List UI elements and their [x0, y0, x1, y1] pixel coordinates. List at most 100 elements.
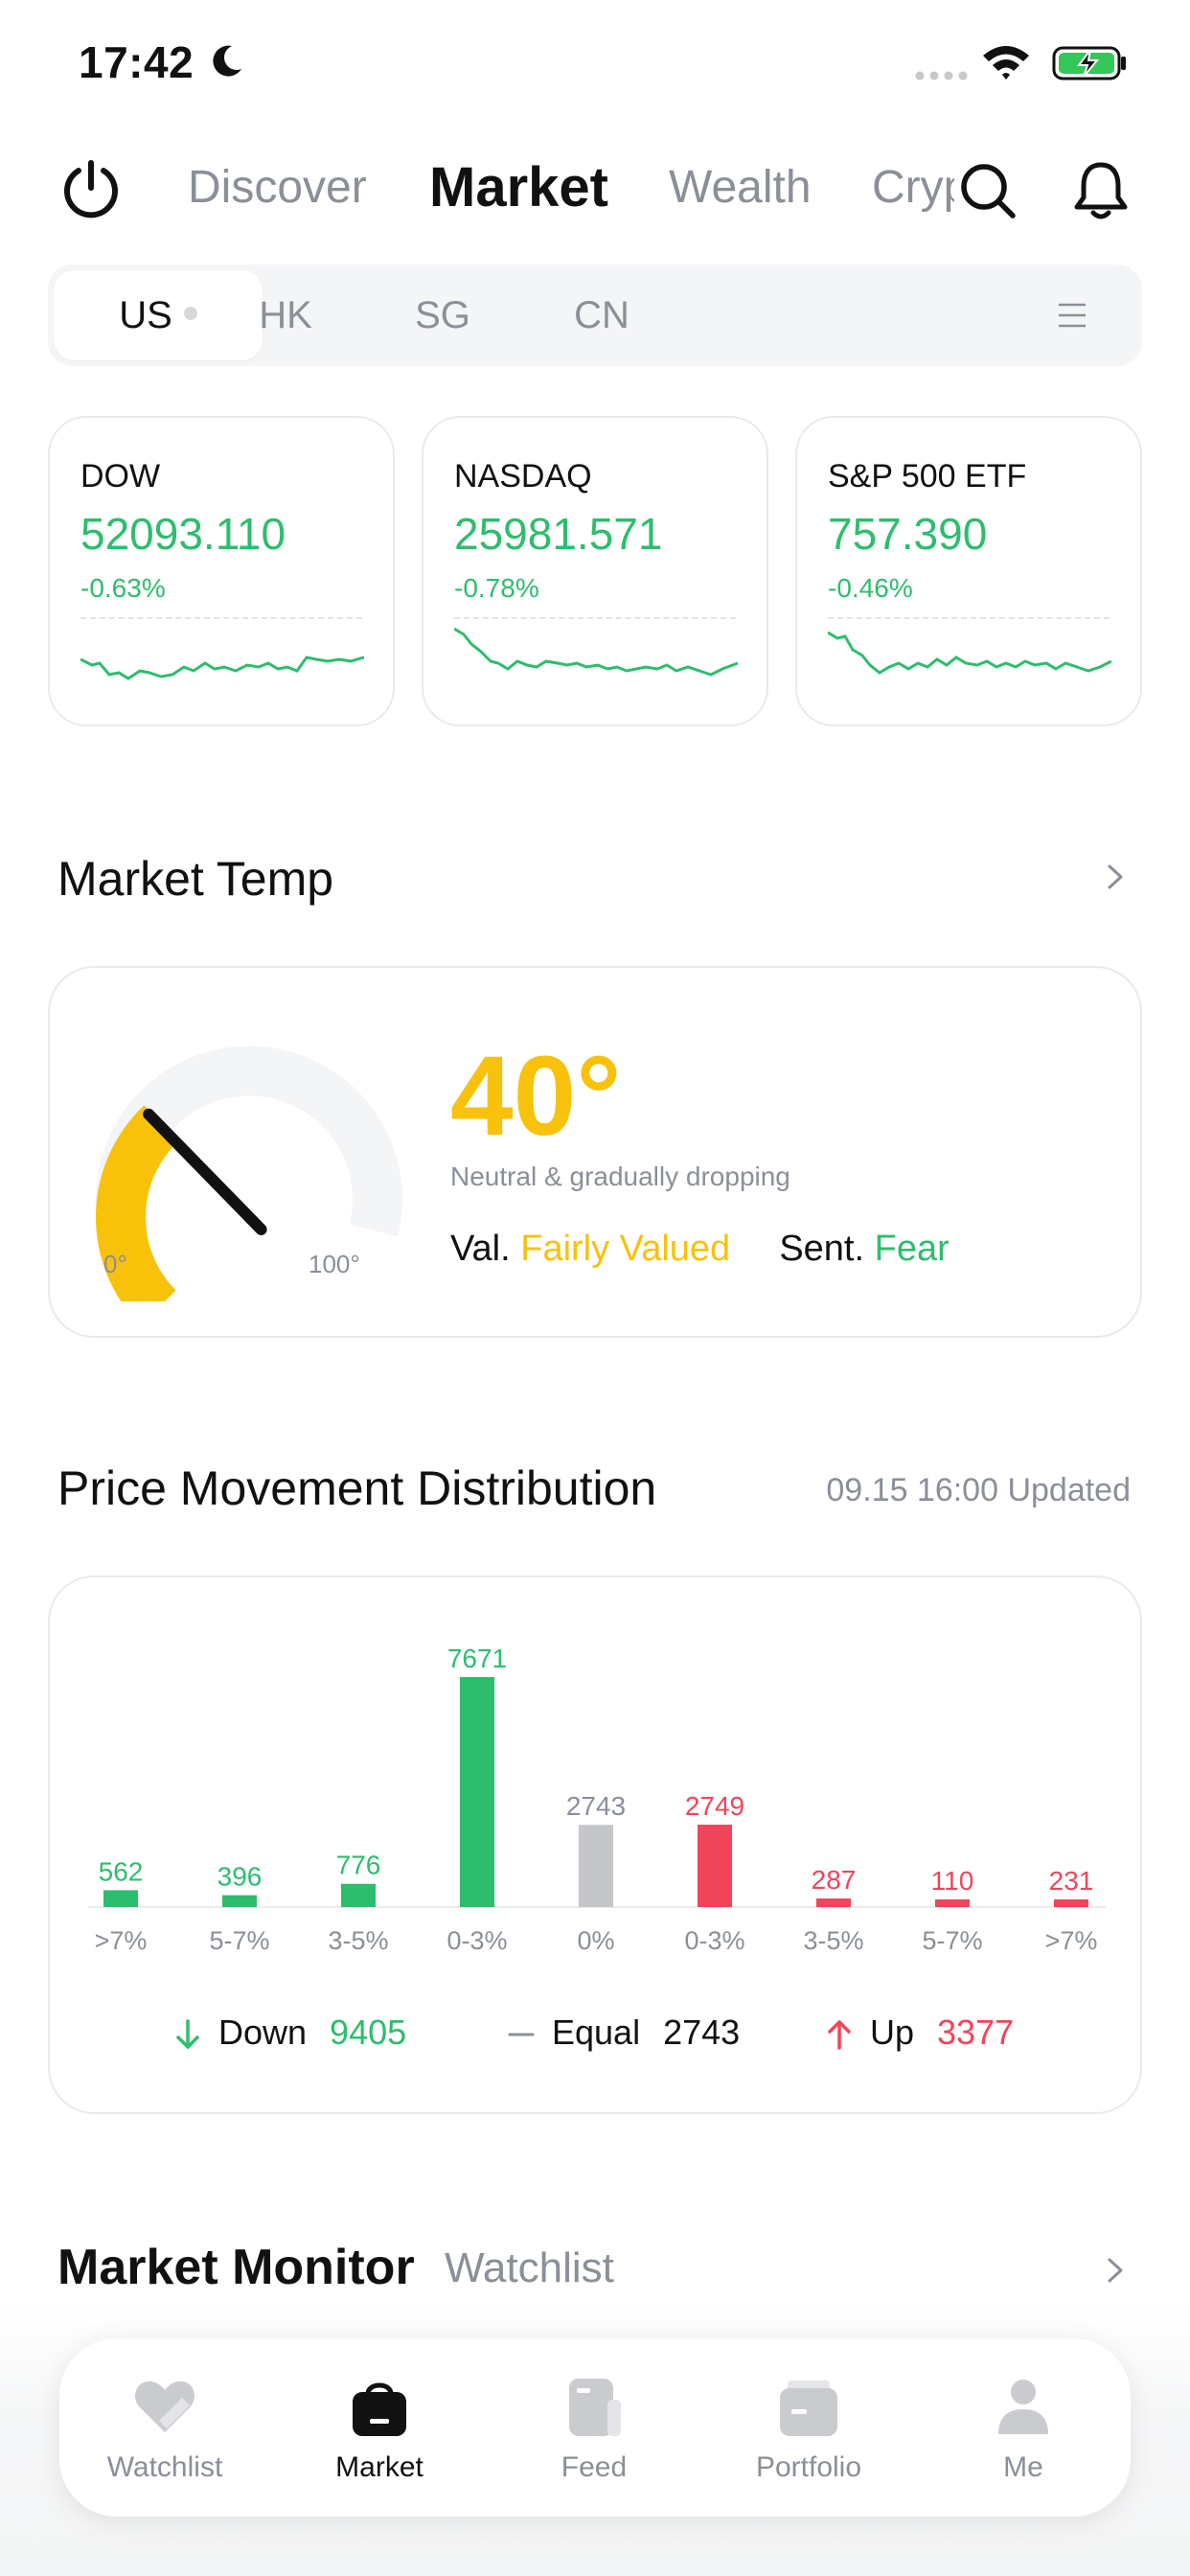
market-temp-card[interactable]: 0° 100° 40° Neutral & gradually dropping…: [48, 966, 1142, 1338]
chart-data-label: 562: [99, 1856, 144, 1886]
tab-crypto[interactable]: Crypto: [872, 161, 954, 214]
distribution-summary: Down 9405 Equal 2743 Up 3377: [50, 2012, 1144, 2070]
watchlist-icon: [135, 2380, 195, 2432]
tabbar-label: Watchlist: [106, 2451, 223, 2483]
search-icon[interactable]: [958, 161, 1018, 220]
feed-icon: [569, 2379, 621, 2436]
sparkline: [828, 631, 1111, 675]
valuation-value: Fairly Valued: [520, 1229, 731, 1269]
market-monitor-title: Market Monitor: [57, 2240, 415, 2295]
up-label: Up: [870, 2012, 915, 2052]
chart-data-label: 7671: [447, 1644, 507, 1673]
chart-data-label: 231: [1049, 1866, 1094, 1896]
tabbar-market[interactable]: Market: [284, 2338, 475, 2517]
tab-wealth[interactable]: Wealth: [669, 161, 812, 214]
chart-category-label: 3-5%: [328, 1926, 388, 1955]
sparkline: [80, 656, 364, 680]
chart-category-label: 0%: [577, 1926, 614, 1955]
chart-data-label: 2743: [566, 1791, 626, 1821]
chart-bar: [460, 1677, 494, 1907]
moon-icon: [213, 45, 241, 77]
tabbar-feed[interactable]: Feed: [498, 2338, 690, 2517]
chart-bar: [579, 1825, 613, 1907]
index-card-dow[interactable]: DOW 52093.110 -0.63%: [48, 416, 395, 726]
index-change: -0.46%: [828, 573, 913, 603]
wifi-icon: [983, 46, 1029, 80]
sentiment-value: Fear: [874, 1229, 950, 1269]
temperature-description: Neutral & gradually dropping: [450, 1162, 790, 1191]
tabbar-label: Market: [335, 2451, 423, 2483]
gauge-needle: [143, 1108, 267, 1235]
distribution-card[interactable]: 562 >7% 396 5-7% 776 3-5% 7671 0-3% 2743 0% 2749 0-…: [48, 1576, 1142, 2114]
distribution-chart: 562 >7% 396 5-7% 776 3-5% 7671 0-3% 2743 0% 2749 0-…: [88, 1644, 1106, 1955]
distribution-title: Price Movement Distribution: [57, 1461, 657, 1515]
market-temp-title: Market Temp: [57, 852, 334, 906]
index-value: 757.390: [828, 509, 988, 559]
chart-data-label: 287: [812, 1865, 857, 1895]
tabbar-portfolio[interactable]: Portfolio: [713, 2338, 904, 2517]
bottom-tab-bar: Watchlist Market Feed Portfolio Me: [59, 2338, 1131, 2517]
chart-bar: [816, 1898, 851, 1907]
summary-down: Down 9405: [174, 2012, 406, 2053]
chart-bar: [935, 1899, 970, 1907]
segment-cn[interactable]: CN: [542, 264, 661, 366]
chart-bar: [1054, 1899, 1088, 1907]
index-card-sp500[interactable]: S&P 500 ETF 757.390 -0.46%: [795, 416, 1142, 726]
summary-equal: Equal 2743: [508, 2012, 740, 2053]
segment-hk[interactable]: HK: [226, 264, 345, 366]
battery-charging-icon: [1052, 46, 1126, 80]
valuation-label: Val.: [450, 1229, 511, 1269]
equal-value: 2743: [663, 2012, 741, 2052]
arrow-up-icon: [828, 2020, 851, 2050]
dash-icon: [508, 2033, 535, 2036]
chart-category-label: 5-7%: [209, 1926, 269, 1955]
chart-data-label: 2749: [685, 1791, 744, 1821]
sparkline: [454, 627, 738, 677]
index-value: 52093.110: [80, 509, 286, 559]
segment-sg[interactable]: SG: [383, 264, 502, 366]
up-value: 3377: [937, 2012, 1015, 2052]
market-bag-icon: [353, 2382, 406, 2436]
tabbar-me[interactable]: Me: [927, 2338, 1119, 2517]
tabbar-label: Feed: [561, 2451, 628, 2483]
top-tabs: Discover Market Wealth Crypto: [188, 144, 954, 240]
divider: [828, 617, 1110, 619]
bell-icon[interactable]: [1071, 159, 1131, 222]
tabbar-label: Portfolio: [755, 2451, 862, 2483]
equal-label: Equal: [552, 2012, 641, 2052]
tab-discover[interactable]: Discover: [188, 161, 367, 214]
index-name: S&P 500 ETF: [828, 458, 1027, 494]
chart-bar: [103, 1890, 138, 1907]
menu-icon[interactable]: [1056, 299, 1088, 332]
arrow-down-icon: [176, 2019, 199, 2049]
distribution-updated: 09.15 16:00 Updated: [826, 1472, 1131, 1508]
live-dot-icon: [183, 307, 197, 321]
signal-dots-icon: [915, 71, 968, 80]
status-time: 17:42: [79, 37, 195, 87]
chart-bar: [698, 1824, 732, 1907]
chart-category-label: 5-7%: [922, 1926, 982, 1955]
chart-category-label: 0-3%: [684, 1926, 744, 1955]
market-segment-control: US HK SG CN: [48, 264, 1142, 366]
chart-bar: [341, 1883, 376, 1907]
chart-category-label: >7%: [95, 1926, 148, 1955]
profile-icon: [998, 2380, 1048, 2434]
chevron-right-icon[interactable]: [1104, 861, 1127, 893]
temperature-meta: Val. Fairly Valued Sent. Fear: [450, 1229, 950, 1270]
index-card-nasdaq[interactable]: NASDAQ 25981.571 -0.78%: [422, 416, 768, 726]
divider: [80, 617, 362, 619]
tab-market[interactable]: Market: [429, 155, 608, 219]
chart-bar: [222, 1895, 257, 1907]
temperature-gauge: [95, 1046, 402, 1301]
chevron-right-icon[interactable]: [1104, 2254, 1127, 2287]
down-value: 9405: [330, 2012, 407, 2052]
power-icon[interactable]: [59, 157, 123, 220]
index-change: -0.78%: [454, 573, 539, 603]
chart-category-label: >7%: [1045, 1926, 1098, 1955]
market-monitor-watchlist-tab[interactable]: Watchlist: [445, 2244, 614, 2292]
divider: [454, 617, 736, 619]
gauge-min-label: 0°: [103, 1250, 127, 1278]
index-change: -0.63%: [80, 573, 166, 603]
tabbar-watchlist[interactable]: Watchlist: [69, 2338, 261, 2517]
top-nav: Discover Market Wealth Crypto: [0, 144, 1190, 240]
